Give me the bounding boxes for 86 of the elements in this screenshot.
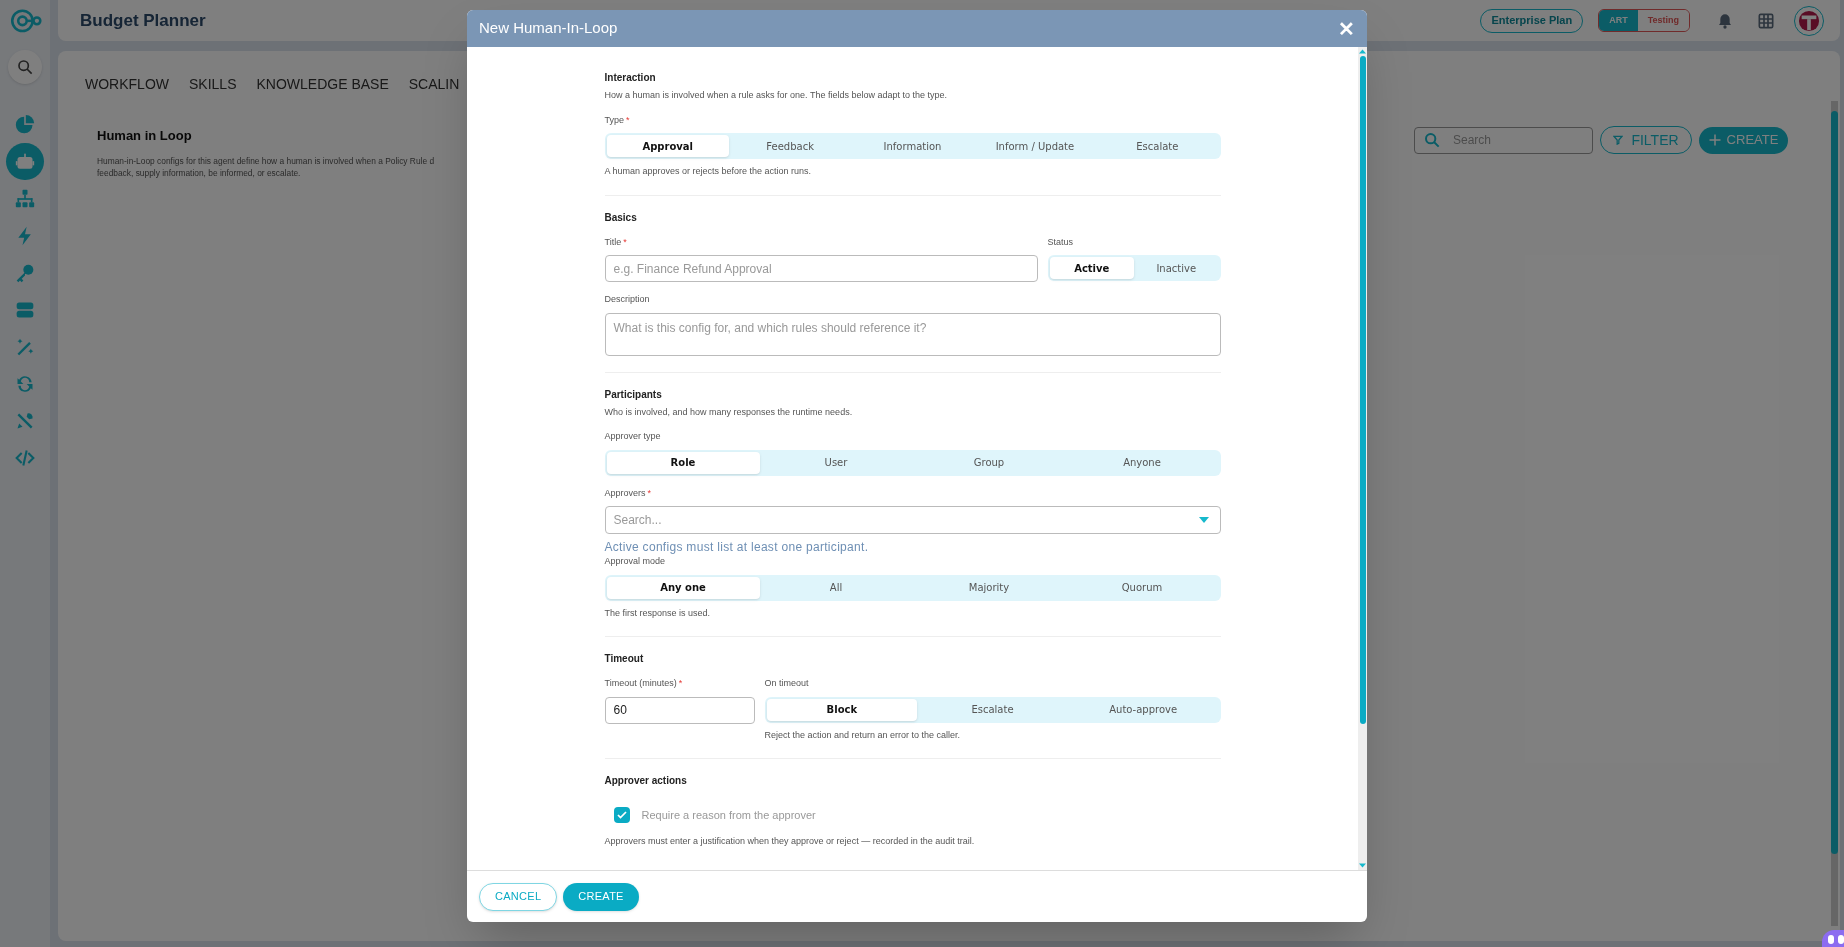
robot-icon [15, 151, 35, 172]
key-icon [15, 262, 35, 283]
field-label: Status [1047, 235, 1073, 249]
page-title: Human in Loop [97, 127, 192, 145]
error-message: Active configs must list at least one participant. [604, 539, 870, 556]
segment-option[interactable]: Escalate [1096, 135, 1219, 157]
filter-icon [1613, 135, 1624, 145]
field-hint: Approvers must enter a justification when they approve or reject — recorded in the audit trail. [604, 834, 976, 848]
scrollbar[interactable] [1831, 101, 1838, 926]
segmented-control[interactable]: Role User Group Anyone [604, 449, 1221, 476]
field-label: Approvers [604, 486, 646, 500]
segment-option[interactable]: Anyone [1065, 451, 1219, 474]
checkbox[interactable] [613, 807, 630, 824]
section-title: Timeout [604, 652, 645, 666]
segmented-control[interactable]: Active Inactive [1047, 255, 1221, 281]
segment-option[interactable]: Role [606, 451, 760, 474]
sidebar-item[interactable] [6, 143, 44, 180]
required-mark: * [626, 113, 630, 127]
field-hint: Reject the action and return an error to the caller. [764, 728, 962, 742]
tab[interactable]: SCALIN [408, 74, 460, 95]
segmented-control[interactable]: Any one All Majority Quorum [604, 574, 1221, 601]
select-field[interactable]: Search... [604, 506, 1221, 534]
segment-option[interactable]: Group [912, 451, 1066, 474]
code-icon [15, 447, 35, 468]
page-description: feedback, supply information, be informed, or escalate. [97, 166, 301, 179]
chat-widget-icon[interactable] [1822, 930, 1844, 947]
segment-option[interactable]: Information [851, 135, 974, 157]
pie-chart-icon [15, 114, 35, 135]
section-title: Approver actions [604, 774, 688, 788]
segment-option[interactable]: Any one [606, 576, 760, 599]
required-mark: * [647, 486, 652, 500]
bell-icon[interactable] [1717, 11, 1733, 30]
avatar[interactable] [1794, 5, 1824, 36]
segment-option[interactable]: Inform / Update [973, 135, 1097, 157]
segment-option[interactable]: Majority [912, 576, 1066, 599]
tab[interactable]: WORKFLOW [85, 74, 169, 95]
page-description: Human-in-Loop configs for this agent define how a human is involved when a Policy Rule d [97, 154, 435, 167]
scrollbar[interactable] [1358, 47, 1367, 870]
sync-icon [15, 373, 35, 394]
dialog-title: New Human-In-Loop [479, 18, 618, 39]
field-label: Description [604, 293, 650, 306]
field-label: Title [604, 235, 622, 249]
field-label: Timeout (minutes) [604, 677, 677, 690]
field-hint: The first response is used. [604, 606, 712, 620]
segment-option[interactable]: Active [1049, 257, 1134, 279]
search-icon [1424, 131, 1440, 148]
segment-option[interactable]: User [759, 451, 913, 474]
section-title: Participants [604, 387, 663, 402]
segment-option[interactable]: Quorum [1065, 576, 1219, 599]
section-description: How a human is involved when a rule asks for one. The fields below adapt to the type. [604, 89, 949, 102]
caret-icon [1198, 517, 1209, 523]
field-label: On timeout [764, 677, 809, 690]
field-hint: A human approves or rejects before the action runs. [604, 165, 813, 178]
segment-option[interactable]: Approval [606, 135, 729, 157]
search-icon [17, 59, 33, 75]
segment-option[interactable]: Feedback [728, 135, 852, 157]
segment-option[interactable]: Block [766, 698, 918, 721]
search-button[interactable] [8, 50, 42, 84]
scroll-down-icon[interactable] [1359, 863, 1366, 868]
segment-option[interactable]: Auto-approve [1067, 698, 1219, 721]
field-label: Approval mode [604, 555, 666, 568]
segment-option[interactable]: Inactive [1134, 257, 1219, 279]
description-field[interactable]: What is this config for, and which rules should reference it? [604, 312, 1221, 356]
segmented-control[interactable]: Approval Feedback Information Inform / Update Escalate [604, 133, 1221, 159]
tab[interactable]: SKILLS [189, 74, 237, 95]
checkmark-icon [615, 809, 628, 822]
tab[interactable]: KNOWLEDGE BASE [256, 74, 389, 95]
field-label: Type [604, 113, 624, 127]
section-title: Basics [604, 210, 638, 225]
text-field[interactable]: 60 [604, 696, 755, 724]
segment-option[interactable]: All [759, 576, 913, 599]
segment-option[interactable]: Escalate [917, 698, 1068, 721]
required-mark: * [623, 235, 627, 249]
grid-icon[interactable] [1758, 12, 1774, 29]
scroll-up-icon[interactable] [1359, 49, 1366, 54]
sitemap-icon [15, 188, 35, 209]
checkbox-label: Require a reason from the approver [641, 808, 816, 823]
tools-icon [15, 410, 35, 431]
field-label: Approver type [604, 430, 661, 443]
app-title: Budget Planner [80, 9, 206, 32]
segmented-control[interactable]: Block Escalate Auto-approve [764, 696, 1221, 723]
section-title: Interaction [604, 71, 657, 85]
plus-icon [1708, 134, 1721, 146]
section-description: Who is involved, and how many responses the runtime needs. [604, 405, 854, 419]
text-field[interactable]: e.g. Finance Refund Approval [604, 255, 1038, 282]
required-mark: * [678, 677, 683, 690]
